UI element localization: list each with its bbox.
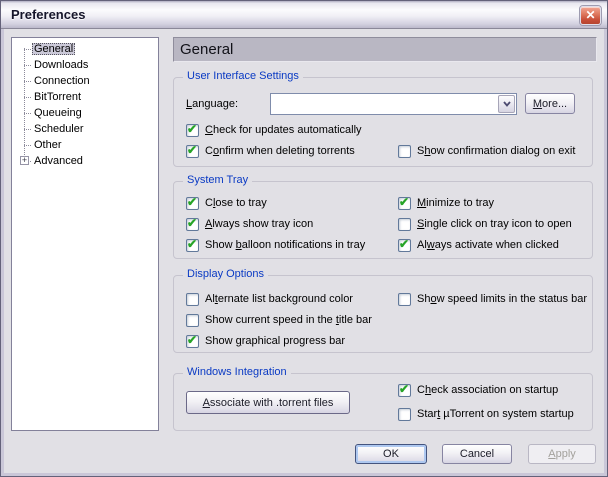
checkbox-label: Single click on tray icon to open: [417, 218, 572, 230]
graphical-progress-checkbox[interactable]: Show graphical progress bar: [186, 333, 346, 348]
confirm-delete-checkbox[interactable]: Confirm when deleting torrents: [186, 143, 355, 158]
group-caption: User Interface Settings: [183, 70, 303, 82]
checkbox-label: Confirm when deleting torrents: [205, 145, 355, 157]
checkbox-label: Show graphical progress bar: [205, 335, 346, 347]
group-user-interface-settings: User Interface Settings Language: More..…: [173, 70, 593, 167]
check-updates-checkbox[interactable]: Check for updates automatically: [186, 122, 362, 137]
checkbox-label: Show speed limits in the status bar: [417, 293, 587, 305]
sidebar-item-bittorrent[interactable]: BitTorrent: [12, 89, 158, 105]
group-caption: System Tray: [183, 174, 253, 186]
language-label: Language:: [186, 98, 239, 110]
cancel-button[interactable]: Cancel: [442, 444, 512, 464]
checkbox-icon[interactable]: [186, 122, 199, 137]
checkbox-label: Check association on startup: [417, 384, 559, 396]
group-caption: Windows Integration: [183, 366, 291, 378]
checkbox-icon[interactable]: [186, 216, 199, 231]
sidebar-item-general[interactable]: General: [12, 41, 158, 57]
close-icon: ✕: [585, 8, 596, 22]
checkbox-label: Show current speed in the title bar: [205, 314, 372, 326]
checkbox-icon[interactable]: [398, 237, 411, 252]
sidebar-item-queueing[interactable]: Queueing: [12, 105, 158, 121]
expand-plus-icon[interactable]: +: [20, 156, 29, 165]
sidebar-item-advanced[interactable]: + Advanced: [12, 153, 158, 169]
close-to-tray-checkbox[interactable]: Close to tray: [186, 195, 267, 210]
checkbox-icon[interactable]: [398, 382, 411, 397]
checkbox-label: Always activate when clicked: [417, 239, 559, 251]
sidebar-item-scheduler[interactable]: Scheduler: [12, 121, 158, 137]
checkbox-icon[interactable]: [186, 292, 199, 306]
group-caption: Display Options: [183, 268, 269, 280]
checkbox-icon[interactable]: [398, 144, 411, 158]
page-title: General: [173, 37, 597, 62]
window-title: Preferences: [11, 7, 86, 22]
checkbox-icon[interactable]: [186, 143, 199, 158]
sidebar-item-downloads[interactable]: Downloads: [12, 57, 158, 73]
checkbox-label: Check for updates automatically: [205, 124, 362, 136]
title-bar[interactable]: Preferences ✕: [1, 1, 607, 29]
checkbox-icon[interactable]: [186, 237, 199, 252]
sidebar-item-connection[interactable]: Connection: [12, 73, 158, 89]
group-windows-integration: Windows Integration Associate with .torr…: [173, 366, 593, 431]
checkbox-label: Minimize to tray: [417, 197, 495, 209]
checkbox-icon[interactable]: [186, 333, 199, 348]
ok-button[interactable]: OK: [355, 444, 427, 464]
preferences-dialog: Preferences ✕ General Downloads Connecti…: [0, 0, 608, 477]
category-tree: General Downloads Connection BitTorrent …: [11, 37, 159, 431]
more-button[interactable]: More...: [525, 93, 575, 114]
always-activate-checkbox[interactable]: Always activate when clicked: [398, 237, 559, 252]
check-association-checkbox[interactable]: Check association on startup: [398, 382, 559, 397]
sidebar-item-other[interactable]: Other: [12, 137, 158, 153]
apply-button: Apply: [528, 444, 596, 464]
checkbox-label: Close to tray: [205, 197, 267, 209]
minimize-to-tray-checkbox[interactable]: Minimize to tray: [398, 195, 495, 210]
close-button[interactable]: ✕: [580, 6, 601, 25]
checkbox-icon[interactable]: [186, 195, 199, 210]
checkbox-label: Start µTorrent on system startup: [417, 408, 574, 420]
checkbox-icon[interactable]: [398, 407, 411, 421]
checkbox-label: Always show tray icon: [205, 218, 314, 230]
single-click-open-checkbox[interactable]: Single click on tray icon to open: [398, 217, 572, 231]
group-system-tray: System Tray Close to tray Always show tr…: [173, 174, 593, 259]
associate-torrent-button[interactable]: Associate with .torrent files: [186, 391, 350, 414]
checkbox-icon[interactable]: [398, 217, 411, 231]
checkbox-icon[interactable]: [186, 313, 199, 327]
checkbox-label: Alternate list background color: [205, 293, 353, 305]
checkbox-icon[interactable]: [398, 292, 411, 306]
checkbox-icon[interactable]: [398, 195, 411, 210]
start-on-startup-checkbox[interactable]: Start µTorrent on system startup: [398, 407, 574, 421]
alternate-list-bg-checkbox[interactable]: Alternate list background color: [186, 292, 353, 306]
always-show-tray-icon-checkbox[interactable]: Always show tray icon: [186, 216, 314, 231]
chevron-down-icon[interactable]: [498, 95, 515, 113]
speed-in-title-checkbox[interactable]: Show current speed in the title bar: [186, 313, 372, 327]
checkbox-label: Show balloon notifications in tray: [205, 239, 366, 251]
checkbox-label: Show confirmation dialog on exit: [417, 145, 576, 157]
balloon-notifications-checkbox[interactable]: Show balloon notifications in tray: [186, 237, 366, 252]
confirm-exit-checkbox[interactable]: Show confirmation dialog on exit: [398, 144, 575, 158]
language-select[interactable]: [270, 93, 517, 115]
group-display-options: Display Options Alternate list backgroun…: [173, 268, 593, 353]
speed-limits-statusbar-checkbox[interactable]: Show speed limits in the status bar: [398, 292, 587, 306]
